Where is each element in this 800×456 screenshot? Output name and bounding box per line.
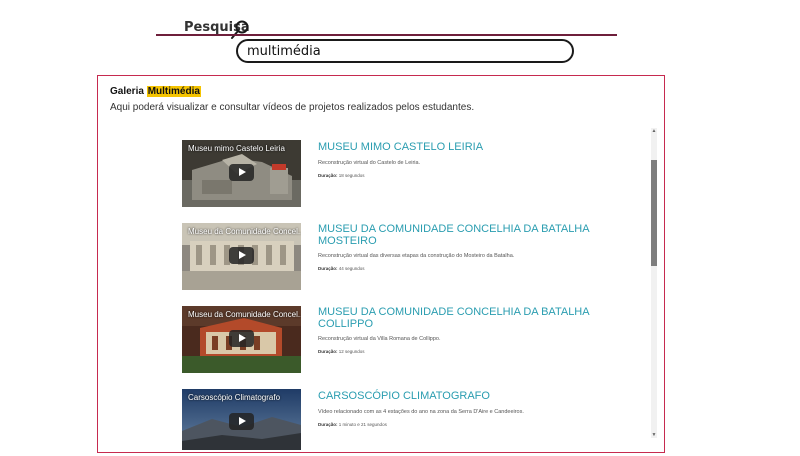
scroll-thumb[interactable] xyxy=(651,160,657,266)
gallery-heading: Galeria Multimédia xyxy=(110,86,201,97)
thumbnail-caption: Museu da Comunidade Concel... xyxy=(188,227,301,236)
video-title[interactable]: MUSEU DA COMUNIDADE CONCELHIA DA BATALHA… xyxy=(318,306,618,330)
duration-label: Duração: xyxy=(318,422,338,427)
play-icon[interactable] xyxy=(229,247,254,264)
thumbnail-caption: Museu da Comunidade Concel... xyxy=(188,310,301,319)
video-title[interactable]: MUSEU MIMO CASTELO LEIRIA xyxy=(318,141,618,153)
search-divider-line xyxy=(156,34,617,36)
video-duration: Duração: 18 segundos xyxy=(318,173,365,178)
video-description: Reconstrução virtual da Villa Romana de … xyxy=(318,336,441,342)
video-thumbnail[interactable]: Museu da Comunidade Concel... xyxy=(182,223,301,290)
video-item: Carsoscópio Climatografo CARSOSCÓPIO CLI… xyxy=(182,389,644,450)
video-duration: Duração: 44 segundos xyxy=(318,266,365,271)
duration-value: 18 segundos xyxy=(338,173,365,178)
scroll-up-arrow-icon[interactable]: ▲ xyxy=(651,128,657,134)
thumbnail-caption: Carsoscópio Climatografo xyxy=(188,393,281,402)
duration-label: Duração: xyxy=(318,266,338,271)
gallery-panel: Galeria Multimédia Aqui poderá visualiza… xyxy=(97,75,665,453)
duration-value: 1 minuto e 21 segundos xyxy=(338,422,387,427)
list-scrollbar[interactable]: ▲ ▼ xyxy=(651,128,657,438)
video-item: Museu mimo Castelo Leiria MUSEU MIMO CAS… xyxy=(182,140,644,210)
magnifier-icon[interactable] xyxy=(229,19,251,41)
duration-value: 12 segundos xyxy=(338,349,365,354)
thumbnail-caption: Museu mimo Castelo Leiria xyxy=(188,144,285,153)
video-duration: Duração: 12 segundos xyxy=(318,349,365,354)
video-thumbnail[interactable]: Museu mimo Castelo Leiria xyxy=(182,140,301,207)
play-icon[interactable] xyxy=(229,164,254,181)
video-description: Reconstrução virtual do Castelo de Leiri… xyxy=(318,160,421,166)
scroll-down-arrow-icon[interactable]: ▼ xyxy=(651,432,657,438)
video-item: Museu da Comunidade Concel... MUSEU DA C… xyxy=(182,306,644,376)
gallery-heading-prefix: Galeria xyxy=(110,86,147,97)
duration-label: Duração: xyxy=(318,349,338,354)
duration-value: 44 segundos xyxy=(338,266,365,271)
search-input[interactable] xyxy=(236,39,574,63)
video-description: Reconstrução virtual das diversas etapas… xyxy=(318,253,515,259)
video-title[interactable]: MUSEU DA COMUNIDADE CONCELHIA DA BATALHA… xyxy=(318,223,618,247)
video-list: Museu mimo Castelo Leiria MUSEU MIMO CAS… xyxy=(182,140,644,450)
gallery-heading-highlight: Multimédia xyxy=(146,86,201,97)
video-thumbnail[interactable]: Museu da Comunidade Concel... xyxy=(182,306,301,373)
video-item: Museu da Comunidade Concel... MUSEU DA C… xyxy=(182,223,644,293)
video-title[interactable]: CARSOSCÓPIO CLIMATOGRAFO xyxy=(318,390,618,402)
gallery-description: Aqui poderá visualizar e consultar vídeo… xyxy=(110,102,475,113)
play-icon[interactable] xyxy=(229,330,254,347)
play-icon[interactable] xyxy=(229,413,254,430)
duration-label: Duração: xyxy=(318,173,338,178)
video-thumbnail[interactable]: Carsoscópio Climatografo xyxy=(182,389,301,450)
video-description: Vídeo relacionado com as 4 estações do a… xyxy=(318,409,524,415)
video-duration: Duração: 1 minuto e 21 segundos xyxy=(318,422,387,427)
